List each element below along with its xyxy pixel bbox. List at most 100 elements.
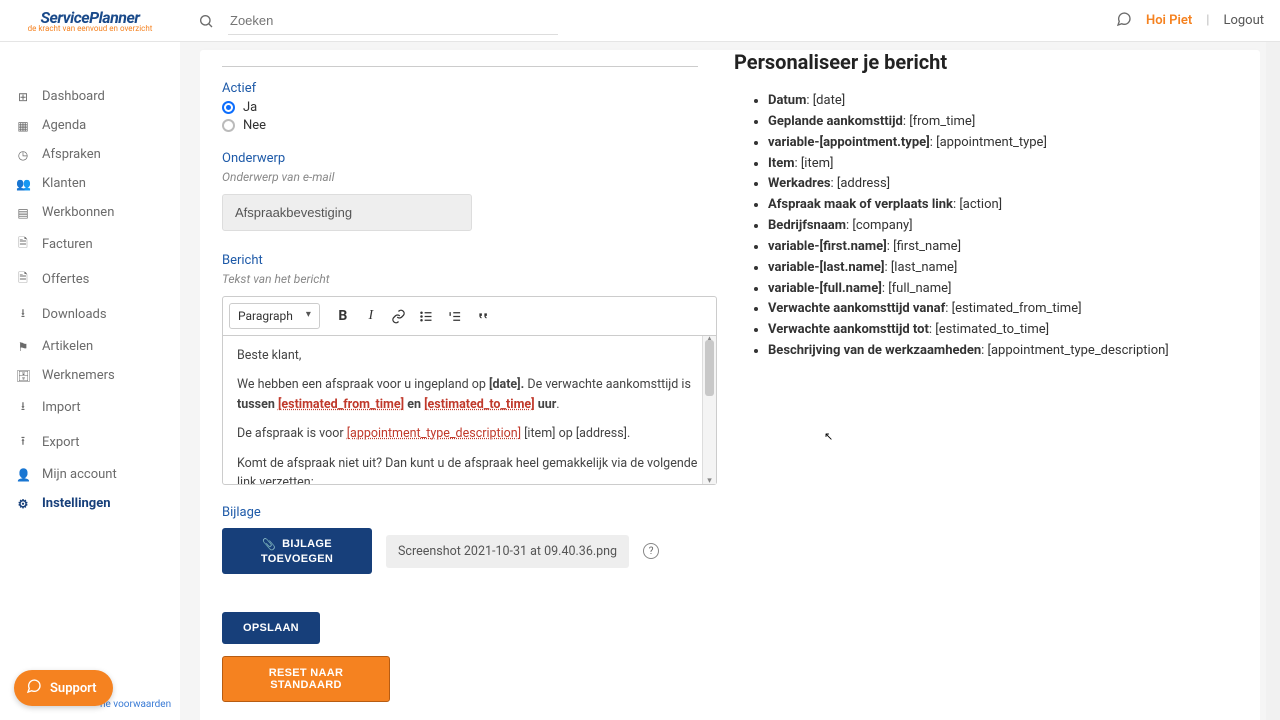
nav-icon: ⊞ xyxy=(16,90,30,104)
variable-token: [address] xyxy=(837,176,890,191)
logout-link[interactable]: Logout xyxy=(1223,13,1264,28)
support-label: Support xyxy=(50,681,97,696)
radio-yes-label: Ja xyxy=(243,100,257,115)
chat-icon[interactable] xyxy=(1116,11,1132,31)
topbar: ServicePlanner de kracht van eenvoud en … xyxy=(0,0,1280,42)
page-scrollbar[interactable] xyxy=(1266,0,1280,720)
sidebar-item-export[interactable]: ⭱Export xyxy=(0,425,180,460)
bullet-list-button[interactable] xyxy=(414,303,440,329)
sidebar-item-offertes[interactable]: 🗎Offertes xyxy=(0,262,180,297)
nav-icon: ⚙ xyxy=(16,497,30,511)
sidebar-item-label: Downloads xyxy=(42,307,107,322)
link-button[interactable] xyxy=(386,303,412,329)
variable-item: Werkadres: [address] xyxy=(768,175,1230,194)
variable-label: Geplande aankomsttijd xyxy=(768,114,903,129)
variable-item: Beschrijving van de werkzaamheden: [appo… xyxy=(768,342,1230,361)
nav-icon: ▦ xyxy=(16,119,30,133)
nav-icon: ▤ xyxy=(16,206,30,220)
nav-list: ⊞Dashboard▦Agenda◷Afspraken👥Klanten▤Werk… xyxy=(0,82,180,518)
variable-item: variable-[appointment.type]: [appointmen… xyxy=(768,134,1230,153)
editor-body[interactable]: Beste klant, We hebben een afspraak voor… xyxy=(223,336,716,484)
radio-no[interactable]: Nee xyxy=(222,118,698,133)
scroll-thumb[interactable] xyxy=(705,340,714,396)
sidebar-item-import[interactable]: ⭳Import xyxy=(0,390,180,425)
reset-button[interactable]: RESET NAAR STANDAARD xyxy=(222,656,390,702)
search-input[interactable] xyxy=(228,7,558,35)
attached-file-chip[interactable]: Screenshot 2021-10-31 at 09.40.36.png xyxy=(386,535,629,568)
editor-content[interactable]: Beste klant, We hebben een afspraak voor… xyxy=(223,336,716,484)
variable-label: variable-[last.name] xyxy=(768,260,884,275)
sidebar-item-werknemers[interactable]: 🗄Werknemers xyxy=(0,361,180,390)
bold-button[interactable]: B xyxy=(330,303,356,329)
variable-token: [appointment_type_description] xyxy=(988,343,1169,358)
nav-icon: ◷ xyxy=(16,148,30,162)
terms-link[interactable]: ne voorwaarden xyxy=(100,699,171,710)
variable-item: variable-[last.name]: [last_name] xyxy=(768,259,1230,278)
paragraph-select[interactable]: Paragraph xyxy=(229,303,320,329)
sidebar-item-afspraken[interactable]: ◷Afspraken xyxy=(0,140,180,169)
sidebar-item-facturen[interactable]: 🗎Facturen xyxy=(0,227,180,262)
greeting: Hoi Piet xyxy=(1146,13,1192,28)
scroll-down-icon[interactable]: ▾ xyxy=(703,476,716,486)
variable-label: Item xyxy=(768,156,794,171)
radio-no-label: Nee xyxy=(243,118,266,133)
search-icon[interactable] xyxy=(198,13,214,29)
paragraph-select-label: Paragraph xyxy=(238,309,293,323)
variable-label: variable-[full.name] xyxy=(768,281,882,296)
bericht-hint: Tekst van het bericht xyxy=(222,272,698,286)
sidebar-item-klanten[interactable]: 👥Klanten xyxy=(0,169,180,198)
sidebar-item-label: Artikelen xyxy=(42,339,93,354)
variable-item: Bedrijfsnaam: [company] xyxy=(768,217,1230,236)
sidebar-item-label: Agenda xyxy=(42,118,86,133)
logo[interactable]: ServicePlanner de kracht van eenvoud en … xyxy=(0,8,180,33)
sidebar-item-artikelen[interactable]: ⚑Artikelen xyxy=(0,332,180,361)
onderwerp-input[interactable] xyxy=(222,194,472,231)
variable-item: Verwachte aankomsttijd vanaf: [estimated… xyxy=(768,300,1230,319)
variable-label: Werkadres xyxy=(768,176,831,191)
sidebar-item-label: Werknemers xyxy=(42,368,115,383)
actief-label: Actief xyxy=(222,81,698,96)
sidebar-item-downloads[interactable]: ⭳Downloads xyxy=(0,297,180,332)
editor-line-2: We hebben een afspraak voor u ingepland … xyxy=(237,375,702,414)
sidebar-item-label: Offertes xyxy=(42,272,89,287)
variables-title: Personaliseer je bericht xyxy=(734,50,1230,74)
sidebar-item-label: Mijn account xyxy=(42,467,117,482)
editor-toolbar: Paragraph B I xyxy=(223,297,716,336)
ordered-list-button[interactable] xyxy=(442,303,468,329)
sidebar-item-label: Export xyxy=(42,435,80,450)
variable-item: Afspraak maak of verplaats link: [action… xyxy=(768,196,1230,215)
editor-line-1: Beste klant, xyxy=(237,346,702,365)
sidebar-item-label: Import xyxy=(42,400,81,415)
save-button[interactable]: OPSLAAN xyxy=(222,612,320,644)
onderwerp-label: Onderwerp xyxy=(222,151,698,166)
sidebar-item-instellingen[interactable]: ⚙ Instellingen xyxy=(0,489,180,518)
radio-yes[interactable]: Ja xyxy=(222,100,698,115)
sidebar-item-mijn-account[interactable]: 👤Mijn account xyxy=(0,460,180,489)
variable-item: variable-[full.name]: [full_name] xyxy=(768,280,1230,299)
sidebar-item-dashboard[interactable]: ⊞ Dashboard xyxy=(0,82,180,111)
radio-yes-dot[interactable] xyxy=(222,101,235,114)
sidebar-item-agenda[interactable]: ▦ Agenda xyxy=(0,111,180,140)
editor-line-3: De afspraak is voor [appointment_type_de… xyxy=(237,424,702,443)
variable-token: [estimated_to_time] xyxy=(935,322,1049,337)
editor-scrollbar[interactable]: ▴ ▾ xyxy=(702,336,716,484)
sidebar-item-label: Instellingen xyxy=(42,496,111,511)
nav-icon: 👥 xyxy=(16,177,30,191)
variable-label: Bedrijfsnaam xyxy=(768,218,846,233)
add-attachment-button[interactable]: 📎BIJLAGE TOEVOEGEN xyxy=(222,528,372,574)
logo-tagline: de kracht van eenvoud en overzicht xyxy=(28,24,153,33)
variable-token: [first_name] xyxy=(893,239,961,254)
sidebar-item-werkbonnen[interactable]: ▤Werkbonnen xyxy=(0,198,180,227)
form-column: Actief Ja Nee Onderwerp Onderwerp van e-… xyxy=(200,72,720,702)
radio-no-dot[interactable] xyxy=(222,119,235,132)
variables-column: Personaliseer je bericht Datum: [date]Ge… xyxy=(720,72,1260,702)
variable-item: Datum: [date] xyxy=(768,92,1230,111)
italic-button[interactable]: I xyxy=(358,303,384,329)
variable-item: Verwachte aankomsttijd tot: [estimated_t… xyxy=(768,321,1230,340)
search-area xyxy=(198,7,1116,35)
sidebar-item-label: Dashboard xyxy=(42,89,105,104)
support-button[interactable]: Support xyxy=(14,670,113,706)
blockquote-button[interactable] xyxy=(470,303,496,329)
help-icon[interactable]: ? xyxy=(643,543,659,559)
section-divider xyxy=(222,66,698,67)
